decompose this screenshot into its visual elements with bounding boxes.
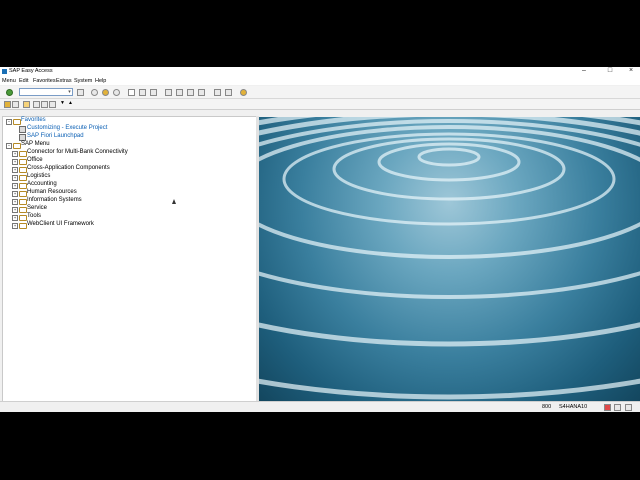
folder-icon <box>19 183 27 189</box>
print-icon[interactable] <box>128 89 135 96</box>
status-icon[interactable] <box>604 404 611 411</box>
menu-favorites[interactable]: Favorites <box>33 78 56 84</box>
sap-logo-icon <box>2 69 7 74</box>
expand-icon[interactable]: + <box>12 215 18 221</box>
change-favorite-icon[interactable] <box>49 101 56 108</box>
menu-menu[interactable]: Menu <box>2 78 16 84</box>
expand-icon[interactable]: + <box>12 191 18 197</box>
status-icon[interactable] <box>625 404 632 411</box>
find-next-icon[interactable] <box>150 89 157 96</box>
folder-icon <box>19 175 27 181</box>
favorite-item[interactable]: Customizing - Execute Project <box>27 125 107 131</box>
status-icon[interactable] <box>614 404 621 411</box>
user-menu-icon[interactable] <box>12 101 19 108</box>
sap-window: SAP Easy Access – □ × Menu Edit Favorite… <box>0 67 640 412</box>
transaction-icon <box>19 134 26 141</box>
close-icon[interactable]: × <box>625 67 637 74</box>
new-session-icon[interactable] <box>214 89 221 96</box>
transaction-icon <box>19 126 26 133</box>
mouse-cursor-icon <box>172 199 176 204</box>
folder-icon <box>13 119 21 125</box>
title-bar: SAP Easy Access – □ × <box>0 67 640 77</box>
tree-item[interactable]: Connector for Multi-Bank Connectivity <box>27 149 128 155</box>
system-id: S4HANA10 <box>559 404 588 410</box>
tree-item[interactable]: Logistics <box>27 173 50 179</box>
maximize-icon[interactable]: □ <box>604 67 616 74</box>
easy-access-background-image <box>259 117 640 401</box>
last-page-icon[interactable] <box>198 89 205 96</box>
tree-item[interactable]: Service <box>27 205 47 211</box>
help-icon[interactable] <box>240 89 247 96</box>
tree-item[interactable]: Office <box>27 157 43 163</box>
folder-icon <box>19 207 27 213</box>
tree-item[interactable]: WebClient UI Framework <box>27 221 94 227</box>
menu-extras[interactable]: Extras <box>56 78 72 84</box>
back-icon[interactable] <box>91 89 98 96</box>
expand-icon[interactable]: + <box>12 199 18 205</box>
cancel-icon[interactable] <box>113 89 120 96</box>
collapse-icon[interactable]: − <box>6 143 12 149</box>
save-icon[interactable] <box>77 89 84 96</box>
folder-icon <box>19 159 27 165</box>
find-icon[interactable] <box>139 89 146 96</box>
expand-icon[interactable]: + <box>12 175 18 181</box>
navigation-tree: − Favorites Customizing - Execute Projec… <box>2 116 258 403</box>
menu-system[interactable]: System <box>74 78 92 84</box>
enter-icon[interactable] <box>6 89 13 96</box>
standard-toolbar: ▾ <box>0 86 640 99</box>
other-menu-icon[interactable] <box>23 101 30 108</box>
folder-icon <box>19 167 27 173</box>
tree-item[interactable]: Tools <box>27 213 41 219</box>
client-number: 800 <box>542 404 552 410</box>
folder-icon <box>19 191 27 197</box>
delete-favorite-icon[interactable] <box>41 101 48 108</box>
tree-sap-menu[interactable]: SAP Menu <box>21 141 50 147</box>
tree-favorites[interactable]: Favorites <box>21 117 46 123</box>
folder-icon <box>19 223 27 229</box>
tree-item[interactable]: Human Resources <box>27 189 77 195</box>
sap-menu-icon[interactable] <box>4 101 11 108</box>
menu-edit[interactable]: Edit <box>19 78 28 84</box>
expand-icon[interactable]: + <box>12 159 18 165</box>
folder-icon <box>19 151 27 157</box>
next-page-icon[interactable] <box>187 89 194 96</box>
favorite-item[interactable]: SAP Fiori Launchpad <box>27 133 84 139</box>
minimize-icon[interactable]: – <box>578 67 590 74</box>
menu-help[interactable]: Help <box>95 78 106 84</box>
add-favorite-icon[interactable] <box>33 101 40 108</box>
command-field[interactable]: ▾ <box>19 88 73 96</box>
collapse-icon[interactable]: − <box>6 119 12 125</box>
previous-page-icon[interactable] <box>176 89 183 96</box>
expand-icon[interactable]: + <box>12 207 18 213</box>
expand-icon[interactable]: + <box>12 151 18 157</box>
expand-icon[interactable]: + <box>12 167 18 173</box>
folder-icon <box>19 215 27 221</box>
window-title: SAP Easy Access <box>9 68 53 74</box>
exit-icon[interactable] <box>102 89 109 96</box>
status-bar: 800 S4HANA10 <box>0 401 640 412</box>
first-page-icon[interactable] <box>165 89 172 96</box>
folder-icon <box>19 199 27 205</box>
move-favorite-up-icon[interactable]: ▲ <box>68 101 73 106</box>
expand-icon[interactable]: + <box>12 183 18 189</box>
water-ripple-image <box>259 117 640 400</box>
shortcut-icon[interactable] <box>225 89 232 96</box>
application-toolbar: ▼ ▲ <box>0 99 640 110</box>
move-favorite-down-icon[interactable]: ▼ <box>60 101 65 106</box>
tree-item[interactable]: Information Systems <box>27 197 82 203</box>
tree-item[interactable]: Accounting <box>27 181 57 187</box>
tree-item[interactable]: Cross-Application Components <box>27 165 110 171</box>
folder-icon <box>13 143 21 149</box>
menu-bar: Menu Edit Favorites Extras System Help <box>0 77 640 85</box>
chevron-down-icon[interactable]: ▾ <box>67 89 72 95</box>
expand-icon[interactable]: + <box>12 223 18 229</box>
